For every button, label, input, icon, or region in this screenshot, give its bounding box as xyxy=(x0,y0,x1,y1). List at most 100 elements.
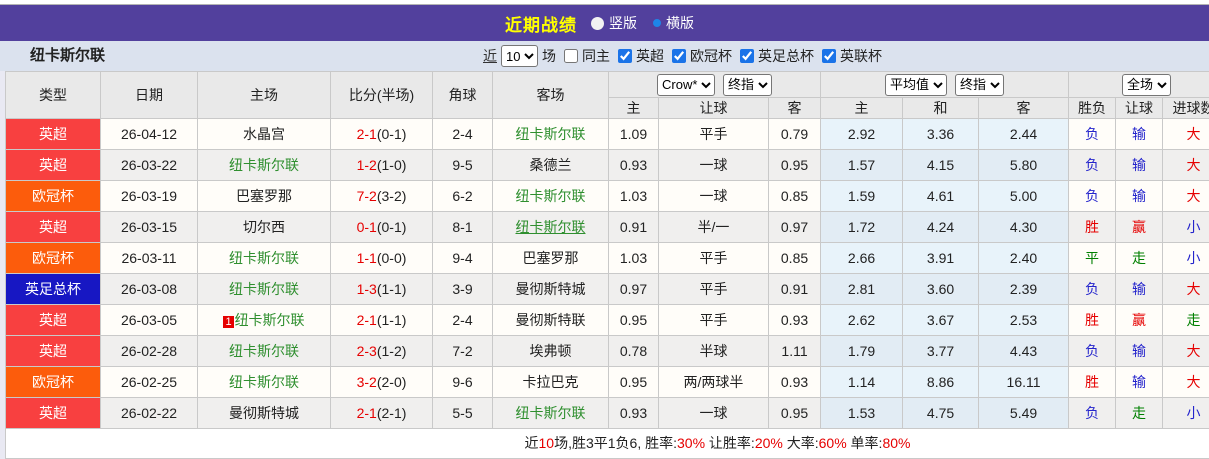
home-team[interactable]: 巴塞罗那 xyxy=(198,181,331,212)
goals-result: 大 xyxy=(1163,119,1209,150)
table-row: 英超 26-04-12 水晶宫 2-1(0-1) 2-4 纽卡斯尔联 1.09 … xyxy=(6,119,1209,150)
score-cell: 3-2(2-0) xyxy=(331,367,433,398)
league-badge: 欧冠杯 xyxy=(6,243,101,274)
goals-result: 大 xyxy=(1163,336,1209,367)
eflcup-checkbox[interactable] xyxy=(822,49,836,63)
final-odds-select-1[interactable]: 终指 xyxy=(723,74,772,96)
crow-away-odds: 0.97 xyxy=(769,212,821,243)
away-team[interactable]: 曼彻斯特城 xyxy=(493,274,609,305)
handicap-result: 输 xyxy=(1116,336,1163,367)
league-badge: 欧冠杯 xyxy=(6,367,101,398)
home-team[interactable]: 曼彻斯特城 xyxy=(198,398,331,429)
score-cell: 2-1(1-1) xyxy=(331,305,433,336)
score-cell: 1-2(1-0) xyxy=(331,150,433,181)
wdl-result: 平 xyxy=(1069,243,1116,274)
goals-result: 小 xyxy=(1163,212,1209,243)
same-home-label: 同主 xyxy=(582,46,610,66)
away-team[interactable]: 纽卡斯尔联 xyxy=(493,398,609,429)
match-count-select[interactable]: 10 xyxy=(501,45,538,67)
avg-home-odds: 1.59 xyxy=(821,181,903,212)
league-filter-facup[interactable]: 英足总杯 xyxy=(736,46,814,66)
away-team[interactable]: 卡拉巴克 xyxy=(493,367,609,398)
table-row: 英超 26-03-05 1纽卡斯尔联 2-1(1-1) 2-4 曼彻斯特联 0.… xyxy=(6,305,1209,336)
crow-away-odds: 0.93 xyxy=(769,305,821,336)
away-team[interactable]: 埃弗顿 xyxy=(493,336,609,367)
avg-home-odds: 2.66 xyxy=(821,243,903,274)
home-team[interactable]: 纽卡斯尔联 xyxy=(198,243,331,274)
eflcup-label: 英联杯 xyxy=(840,46,882,66)
average-select[interactable]: 平均值 xyxy=(885,74,947,96)
home-team[interactable]: 1纽卡斯尔联 xyxy=(198,305,331,336)
home-team[interactable]: 纽卡斯尔联 xyxy=(198,150,331,181)
home-team[interactable]: 纽卡斯尔联 xyxy=(198,336,331,367)
handicap-result: 输 xyxy=(1116,274,1163,305)
goals-result: 大 xyxy=(1163,181,1209,212)
corner-cell: 9-5 xyxy=(433,150,493,181)
layout-option-vertical[interactable]: 竖版 xyxy=(591,13,637,33)
avg-draw-odds: 3.67 xyxy=(903,305,979,336)
sub-header-handicap-result: 让球 xyxy=(1116,98,1163,119)
table-row: 英超 26-02-22 曼彻斯特城 2-1(2-1) 5-5 纽卡斯尔联 0.9… xyxy=(6,398,1209,429)
goals-result: 小 xyxy=(1163,243,1209,274)
final-odds-select-2[interactable]: 终指 xyxy=(955,74,1004,96)
ucl-checkbox[interactable] xyxy=(672,49,686,63)
match-date: 26-03-19 xyxy=(101,181,198,212)
league-filter-eflcup[interactable]: 英联杯 xyxy=(818,46,882,66)
epl-checkbox[interactable] xyxy=(618,49,632,63)
sub-header-avg-draw: 和 xyxy=(903,98,979,119)
horizontal-radio[interactable] xyxy=(653,19,661,27)
avg-away-odds: 16.11 xyxy=(979,367,1069,398)
away-team[interactable]: 曼彻斯特联 xyxy=(493,305,609,336)
home-team[interactable]: 纽卡斯尔联 xyxy=(198,367,331,398)
table-row: 英超 26-02-28 纽卡斯尔联 2-3(1-2) 7-2 埃弗顿 0.78 … xyxy=(6,336,1209,367)
handicap-result: 输 xyxy=(1116,181,1163,212)
avg-draw-odds: 4.75 xyxy=(903,398,979,429)
crow-away-odds: 0.85 xyxy=(769,181,821,212)
score-cell: 2-1(0-1) xyxy=(331,119,433,150)
league-filter-ucl[interactable]: 欧冠杯 xyxy=(668,46,732,66)
avg-home-odds: 1.57 xyxy=(821,150,903,181)
league-filter-epl[interactable]: 英超 xyxy=(614,46,664,66)
score-cell: 0-1(0-1) xyxy=(331,212,433,243)
avg-away-odds: 4.30 xyxy=(979,212,1069,243)
corner-cell: 7-2 xyxy=(433,336,493,367)
away-team[interactable]: 纽卡斯尔联 xyxy=(493,119,609,150)
near-link[interactable]: 近 xyxy=(483,46,497,66)
away-team[interactable]: 桑德兰 xyxy=(493,150,609,181)
facup-label: 英足总杯 xyxy=(758,46,814,66)
home-team[interactable]: 水晶宫 xyxy=(198,119,331,150)
avg-draw-odds: 3.91 xyxy=(903,243,979,274)
avg-home-odds: 2.92 xyxy=(821,119,903,150)
facup-checkbox[interactable] xyxy=(740,49,754,63)
home-team[interactable]: 纽卡斯尔联 xyxy=(198,274,331,305)
crow-home-odds: 0.91 xyxy=(609,212,659,243)
crow-home-odds: 0.93 xyxy=(609,398,659,429)
scope-select[interactable]: 全场 xyxy=(1122,74,1171,96)
wdl-result: 负 xyxy=(1069,336,1116,367)
title-bar: 近期战绩 竖版 横版 xyxy=(0,5,1209,41)
away-team[interactable]: 纽卡斯尔联 xyxy=(493,212,609,243)
handicap-result: 输 xyxy=(1116,119,1163,150)
vertical-radio[interactable] xyxy=(591,17,604,30)
layout-radio-group: 竖版 横版 xyxy=(591,13,704,33)
goals-result: 大 xyxy=(1163,150,1209,181)
same-home-filter[interactable]: 同主 xyxy=(560,46,610,66)
bookmaker-select[interactable]: Crow* xyxy=(657,74,715,96)
wdl-result: 胜 xyxy=(1069,305,1116,336)
corner-cell: 2-4 xyxy=(433,305,493,336)
wdl-result: 胜 xyxy=(1069,212,1116,243)
crow-handicap: 两/两球半 xyxy=(659,367,769,398)
away-team[interactable]: 纽卡斯尔联 xyxy=(493,181,609,212)
handicap-result: 输 xyxy=(1116,367,1163,398)
same-home-checkbox[interactable] xyxy=(564,49,578,63)
home-team[interactable]: 切尔西 xyxy=(198,212,331,243)
layout-option-horizontal[interactable]: 横版 xyxy=(653,13,694,33)
league-badge: 英超 xyxy=(6,119,101,150)
crow-home-odds: 0.95 xyxy=(609,305,659,336)
avg-home-odds: 1.53 xyxy=(821,398,903,429)
avg-draw-odds: 4.24 xyxy=(903,212,979,243)
away-team[interactable]: 巴塞罗那 xyxy=(493,243,609,274)
sub-header-crow-handicap: 让球 xyxy=(659,98,769,119)
crow-home-odds: 0.95 xyxy=(609,367,659,398)
handicap-result: 赢 xyxy=(1116,212,1163,243)
